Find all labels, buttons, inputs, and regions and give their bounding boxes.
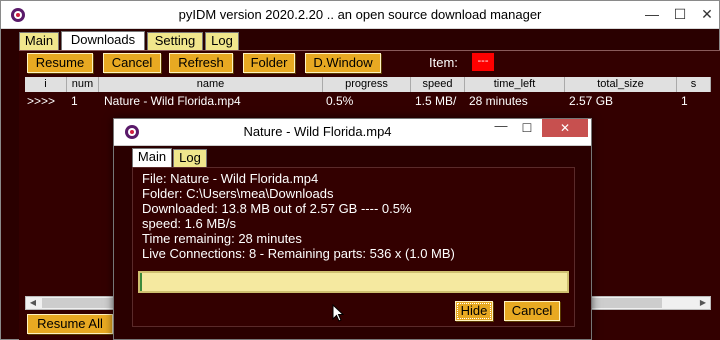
header-num[interactable]: num — [67, 77, 99, 92]
dialog-title: Nature - Wild Florida.mp4 — [243, 124, 392, 139]
dialog-tab-main[interactable]: Main — [132, 148, 172, 167]
cancel-button[interactable]: Cancel — [103, 53, 161, 73]
row-name[interactable]: Nature - Wild Florida.mp4 — [104, 94, 241, 108]
row-progress: 0.5% — [326, 94, 354, 108]
window-title: pyIDM version 2020.2.20 .. an open sourc… — [178, 7, 542, 22]
header-name[interactable]: name — [99, 77, 323, 92]
minimize-button[interactable]: — — [638, 1, 666, 27]
dialog-cancel-button[interactable]: Cancel — [504, 301, 560, 321]
info-folder: Folder: C:\Users\mea\Downloads — [142, 186, 334, 201]
header-status[interactable]: s — [677, 77, 711, 92]
tab-downloads[interactable]: Downloads — [61, 31, 145, 50]
title-bar: pyIDM version 2020.2.20 .. an open sourc… — [1, 1, 719, 29]
row-num: 1 — [71, 94, 78, 108]
tab-setting[interactable]: Setting — [147, 32, 203, 50]
tab-log[interactable]: Log — [205, 32, 239, 50]
dialog-tab-log[interactable]: Log — [173, 149, 207, 167]
row-speed: 1.5 MB/ — [415, 94, 457, 108]
dialog-minimize-button[interactable]: — — [488, 119, 514, 137]
row-indicator: >>>> — [27, 94, 56, 108]
header-progress[interactable]: progress — [323, 77, 411, 92]
resume-all-button[interactable]: Resume All — [27, 314, 113, 334]
resume-button[interactable]: Resume — [27, 53, 93, 73]
dialog-close-button[interactable]: ✕ — [542, 119, 588, 137]
header-total-size[interactable]: total_size — [565, 77, 677, 92]
info-downloaded: Downloaded: 13.8 MB out of 2.57 GB ---- … — [142, 201, 412, 216]
info-file: File: Nature - Wild Florida.mp4 — [142, 171, 319, 186]
info-time-remaining: Time remaining: 28 minutes — [142, 231, 302, 246]
refresh-button[interactable]: Refresh — [169, 53, 233, 73]
row-time-left: 28 minutes — [469, 94, 528, 108]
row-status: 1 — [681, 94, 688, 108]
info-speed: speed: 1.6 MB/s — [142, 216, 236, 231]
info-connections: Live Connections: 8 - Remaining parts: 5… — [142, 246, 455, 261]
scroll-left-icon[interactable]: ◀ — [26, 297, 40, 309]
download-dialog: Nature - Wild Florida.mp4 — ☐ ✕ Main Log… — [113, 118, 592, 340]
row-total-size: 2.57 GB — [569, 94, 614, 108]
mouse-cursor-icon — [332, 304, 344, 322]
hide-button[interactable]: Hide — [455, 301, 493, 321]
header-time-left[interactable]: time_left — [465, 77, 565, 92]
item-label: Item: — [429, 55, 458, 70]
progress-fill — [140, 273, 142, 291]
dialog-title-bar: Nature - Wild Florida.mp4 — ☐ ✕ — [114, 119, 591, 146]
header-speed[interactable]: speed — [411, 77, 465, 92]
scroll-right-icon[interactable]: ▶ — [696, 297, 710, 309]
dwindow-button[interactable]: D.Window — [305, 53, 381, 73]
item-indicator: --- — [472, 53, 494, 71]
folder-button[interactable]: Folder — [243, 53, 295, 73]
dialog-maximize-button[interactable]: ☐ — [514, 119, 540, 137]
tab-main[interactable]: Main — [19, 32, 59, 50]
download-progress-bar — [138, 271, 569, 293]
header-i[interactable]: i — [25, 77, 67, 92]
close-button[interactable]: ✕ — [693, 1, 720, 27]
maximize-button[interactable]: ☐ — [666, 1, 694, 27]
